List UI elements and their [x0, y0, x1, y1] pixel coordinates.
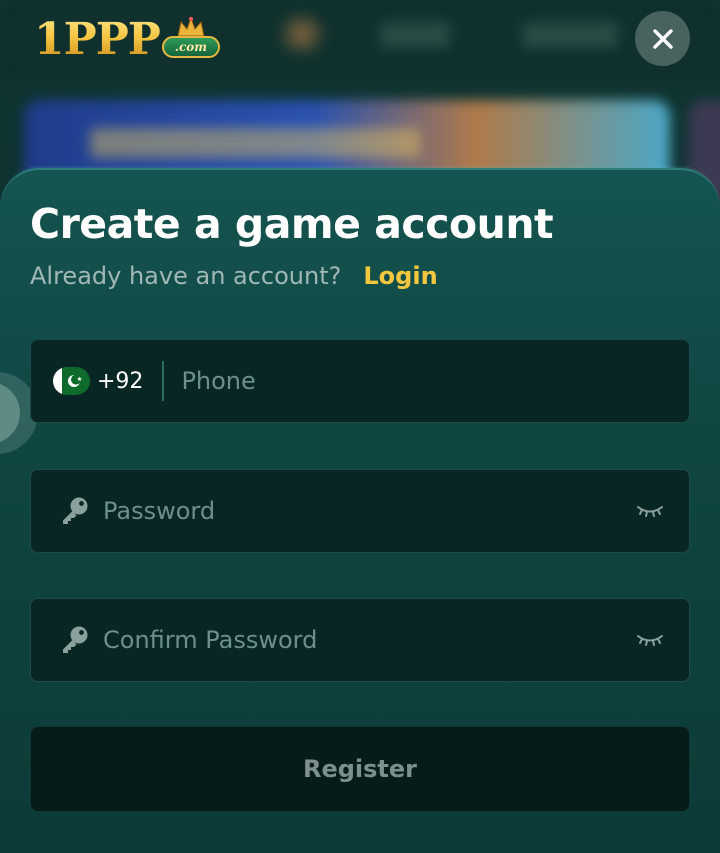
confirm-password-input[interactable] — [103, 610, 635, 670]
eye-closed-icon[interactable] — [635, 630, 665, 650]
crown-icon — [177, 16, 205, 37]
login-link[interactable]: Login — [363, 262, 437, 290]
close-icon — [652, 28, 673, 49]
app-logo: 1PPP .com — [34, 12, 220, 66]
phone-field: +92 — [30, 339, 690, 423]
logo-suffix: .com — [174, 40, 207, 54]
eye-closed-icon[interactable] — [635, 501, 665, 521]
password-input[interactable] — [103, 481, 635, 541]
background-nav-item — [522, 22, 618, 48]
floating-side-button-inner — [0, 382, 20, 444]
logo-plate: .com — [161, 36, 220, 58]
key-icon — [59, 624, 91, 656]
background-nav-icon — [272, 14, 332, 54]
confirm-password-field — [30, 598, 690, 682]
background-banner-text — [90, 128, 420, 158]
country-code[interactable]: +92 — [97, 369, 143, 394]
screen: 1PPP .com Create a game account Already … — [0, 0, 720, 853]
pakistan-flag-icon[interactable] — [53, 367, 90, 395]
field-divider — [162, 361, 165, 401]
close-button[interactable] — [635, 11, 690, 66]
page-title: Create a game account — [30, 200, 554, 248]
phone-input[interactable] — [181, 351, 689, 411]
password-field — [30, 469, 690, 553]
background-nav-item — [380, 22, 450, 48]
key-icon — [59, 495, 91, 527]
login-prompt: Already have an account? Login — [30, 261, 438, 291]
logo-badge: .com — [161, 16, 220, 62]
logo-text: 1PPP — [34, 13, 161, 65]
register-button-label: Register — [302, 755, 418, 783]
login-prompt-text: Already have an account? — [30, 262, 342, 290]
register-button[interactable]: Register — [30, 726, 690, 812]
